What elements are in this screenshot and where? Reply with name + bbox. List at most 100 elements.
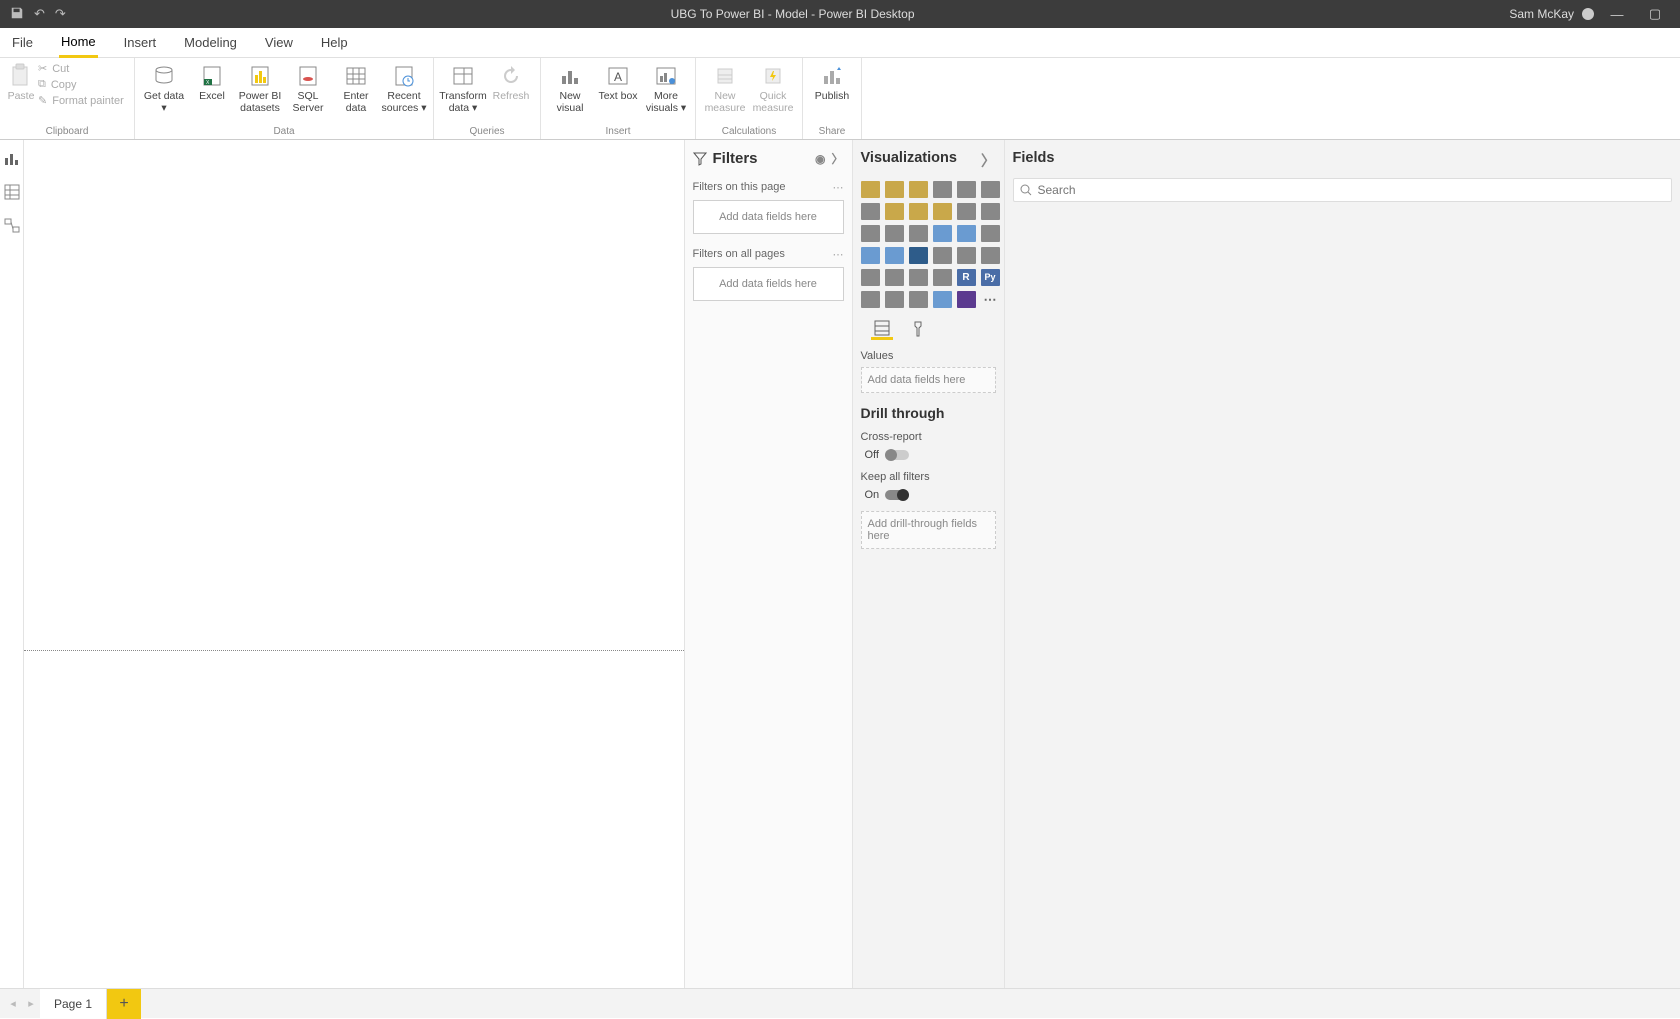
more-visuals-button[interactable]: More visuals ▾ (643, 62, 689, 116)
enter-data-button[interactable]: Enter data (333, 62, 379, 116)
text-box-button[interactable]: AText box (595, 62, 641, 116)
refresh-icon (499, 64, 523, 88)
viz-kpi[interactable] (861, 269, 880, 286)
excel-button[interactable]: XExcel (189, 62, 235, 116)
transform-data-button[interactable]: Transform data ▾ (440, 62, 486, 116)
filters-on-all-section: Filters on all pages⋯ Add data fields he… (693, 248, 844, 301)
viz-funnel[interactable] (885, 225, 904, 242)
sql-icon (296, 64, 320, 88)
viz-line-stacked[interactable] (933, 203, 952, 220)
viz-key-influencers[interactable] (861, 291, 880, 308)
new-measure-button[interactable]: New measure (702, 62, 748, 116)
database-icon (152, 64, 176, 88)
copy-button[interactable]: ⧉Copy (38, 78, 128, 91)
tab-modeling[interactable]: Modeling (182, 29, 239, 56)
viz-stacked-column[interactable] (885, 181, 904, 198)
report-view-icon[interactable] (4, 150, 20, 166)
next-page-button[interactable]: ▸ (22, 997, 40, 1010)
viz-shape-map[interactable] (909, 247, 928, 264)
viz-map[interactable] (861, 247, 880, 264)
viz-stacked-area[interactable] (909, 203, 928, 220)
cross-report-toggle[interactable]: Off (865, 449, 996, 461)
page-tabs: ◂ ▸ Page 1 + (0, 988, 1680, 1018)
viz-gauge[interactable] (933, 247, 952, 264)
viz-pie[interactable] (933, 225, 952, 242)
more-icon[interactable]: ⋯ (833, 181, 844, 194)
data-view-icon[interactable] (4, 184, 20, 200)
copy-icon: ⧉ (38, 78, 46, 91)
prev-page-button[interactable]: ◂ (4, 997, 22, 1010)
publish-button[interactable]: Publish (809, 62, 855, 116)
minimize-button[interactable]: — (1602, 7, 1632, 22)
tab-file[interactable]: File (10, 29, 35, 56)
keep-filters-toggle[interactable]: On (865, 489, 996, 501)
values-well[interactable]: Add data fields here (861, 367, 996, 393)
fields-search[interactable] (1013, 178, 1673, 202)
viz-slicer[interactable] (885, 269, 904, 286)
collapse-icon[interactable]: 〉 (981, 150, 996, 171)
group-caption: Calculations (702, 124, 796, 139)
viz-clustered-column[interactable] (933, 181, 952, 198)
viz-line-clustered[interactable] (957, 203, 976, 220)
viz-ribbon[interactable] (981, 203, 1000, 220)
viz-matrix[interactable] (933, 269, 952, 286)
tab-home[interactable]: Home (59, 28, 98, 58)
redo-icon[interactable]: ↷ (55, 6, 66, 22)
viz-area[interactable] (885, 203, 904, 220)
search-input[interactable] (1038, 183, 1666, 197)
new-visual-button[interactable]: New visual (547, 62, 593, 116)
viz-table[interactable] (909, 269, 928, 286)
viz-gallery: R Py ⋯ (861, 181, 996, 308)
more-icon[interactable]: ⋯ (833, 248, 844, 261)
format-painter-button[interactable]: ✎Format painter (38, 94, 128, 107)
collapse-icon[interactable]: 〉 (831, 150, 843, 167)
eye-icon[interactable]: ◉ (815, 152, 825, 166)
tab-view[interactable]: View (263, 29, 295, 56)
viz-arcgis[interactable] (933, 291, 952, 308)
save-icon[interactable] (10, 6, 24, 22)
viz-100-column[interactable] (981, 181, 1000, 198)
viz-treemap[interactable] (981, 225, 1000, 242)
filters-page-well[interactable]: Add data fields here (693, 200, 844, 234)
model-view-icon[interactable] (4, 218, 20, 234)
viz-card[interactable] (957, 247, 976, 264)
table-icon (344, 64, 368, 88)
add-page-button[interactable]: + (107, 989, 141, 1019)
fields-tab-icon[interactable] (871, 318, 893, 340)
viz-more-icon[interactable]: ⋯ (981, 291, 1000, 308)
viz-decomposition[interactable] (885, 291, 904, 308)
pbi-datasets-button[interactable]: Power BI datasets (237, 62, 283, 116)
viz-multi-card[interactable] (981, 247, 1000, 264)
tab-help[interactable]: Help (319, 29, 350, 56)
textbox-icon: A (606, 64, 630, 88)
viz-donut[interactable] (957, 225, 976, 242)
viz-qna[interactable] (909, 291, 928, 308)
page-tab-1[interactable]: Page 1 (40, 989, 107, 1019)
tab-insert[interactable]: Insert (122, 29, 159, 56)
report-canvas[interactable] (24, 140, 684, 988)
viz-clustered-bar[interactable] (909, 181, 928, 198)
avatar[interactable] (1582, 8, 1594, 20)
viz-r[interactable]: R (957, 269, 976, 286)
viz-stacked-bar[interactable] (861, 181, 880, 198)
drill-well[interactable]: Add drill-through fields here (861, 511, 996, 549)
format-tab-icon[interactable] (907, 318, 929, 340)
sql-server-button[interactable]: SQL Server (285, 62, 331, 116)
recent-sources-button[interactable]: Recent sources ▾ (381, 62, 427, 116)
undo-icon[interactable]: ↶ (34, 6, 45, 22)
paste-button[interactable]: Paste (6, 62, 36, 116)
quick-measure-button[interactable]: Quick measure (750, 62, 796, 116)
viz-waterfall[interactable] (861, 225, 880, 242)
viz-100-bar[interactable] (957, 181, 976, 198)
cut-button[interactable]: ✂Cut (38, 62, 128, 75)
group-caption: Queries (440, 124, 534, 139)
viz-filled-map[interactable] (885, 247, 904, 264)
viz-line[interactable] (861, 203, 880, 220)
viz-python[interactable]: Py (981, 269, 1000, 286)
get-data-button[interactable]: Get data ▾ (141, 62, 187, 116)
maximize-button[interactable]: ▢ (1640, 6, 1670, 22)
refresh-button[interactable]: Refresh (488, 62, 534, 116)
viz-powerapps[interactable] (957, 291, 976, 308)
filters-all-well[interactable]: Add data fields here (693, 267, 844, 301)
viz-scatter[interactable] (909, 225, 928, 242)
